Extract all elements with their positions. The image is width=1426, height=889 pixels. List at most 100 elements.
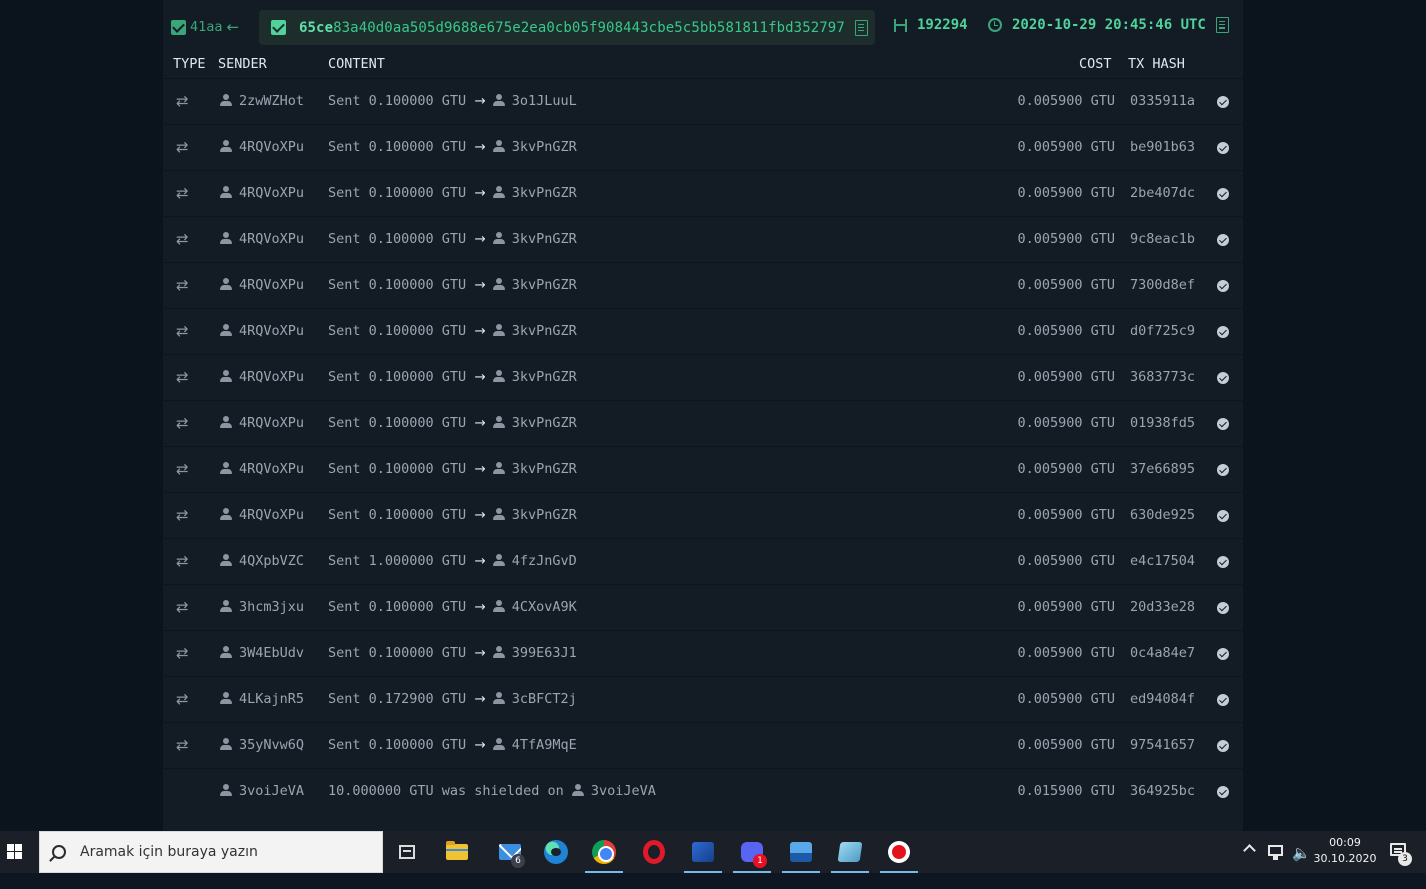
table-row[interactable]: 3voiJeVA 10.000000 GTU was shielded on 3v…	[163, 768, 1243, 814]
photos-button[interactable]	[778, 831, 824, 873]
table-row[interactable]: ⇄ 35yNvw6Q Sent 0.100000 GTU → 4TfA9MqE 0.00…	[163, 722, 1243, 768]
tx-hash-cell[interactable]: 2be407dc	[1130, 185, 1195, 201]
mail-button[interactable]: 6	[487, 831, 533, 873]
arrow-right-icon: →	[470, 737, 486, 753]
receiver[interactable]: 3voiJeVA	[591, 783, 656, 799]
sender-cell[interactable]: 3voiJeVA	[220, 783, 304, 799]
tx-hash-cell[interactable]: d0f725c9	[1130, 323, 1195, 339]
sender-cell[interactable]: 3hcm3jxu	[220, 599, 304, 615]
copy-hash-icon[interactable]	[854, 19, 868, 36]
tx-hash-cell[interactable]: 01938fd5	[1130, 415, 1195, 431]
file-explorer-button[interactable]	[434, 831, 480, 873]
volume-icon[interactable]: 🔈	[1292, 844, 1311, 862]
tx-hash-cell[interactable]: 37e66895	[1130, 461, 1195, 477]
receiver[interactable]: 3kvPnGZR	[512, 277, 577, 293]
prev-block-link[interactable]: 41aa ←	[171, 17, 239, 37]
receiver[interactable]: 4fzJnGvD	[512, 553, 577, 569]
arrow-right-icon: →	[470, 185, 486, 201]
table-row[interactable]: ⇄ 4RQVoXPu Sent 0.100000 GTU → 3kvPnGZR 0.00…	[163, 354, 1243, 400]
receiver[interactable]: 3kvPnGZR	[512, 415, 577, 431]
tx-hash-cell[interactable]: be901b63	[1130, 139, 1195, 155]
receiver[interactable]: 3kvPnGZR	[512, 185, 577, 201]
receiver[interactable]: 3kvPnGZR	[512, 369, 577, 385]
sender-cell[interactable]: 4RQVoXPu	[220, 185, 304, 201]
table-row[interactable]: ⇄ 4RQVoXPu Sent 0.100000 GTU → 3kvPnGZR 0.00…	[163, 308, 1243, 354]
cost-cell: 0.005900 GTU	[1017, 277, 1115, 293]
content-text: Sent 0.100000 GTU	[328, 737, 467, 753]
opera-button[interactable]	[631, 831, 677, 873]
receiver[interactable]: 3cBFCT2j	[512, 691, 577, 707]
discord-button[interactable]: 1	[729, 831, 775, 873]
taskbar-search[interactable]: Aramak için buraya yazın	[39, 831, 383, 873]
folder-icon	[446, 841, 468, 860]
sender-cell[interactable]: 4RQVoXPu	[220, 231, 304, 247]
type-cell: ⇄	[176, 231, 190, 247]
sender: 4RQVoXPu	[239, 323, 305, 339]
notes-button[interactable]	[827, 831, 873, 873]
receiver[interactable]: 3o1JLuuL	[512, 93, 577, 109]
table-row[interactable]: ⇄ 4RQVoXPu Sent 0.100000 GTU → 3kvPnGZR 0.00…	[163, 492, 1243, 538]
tx-hash-cell[interactable]: 97541657	[1130, 737, 1195, 753]
network-app-icon	[692, 842, 714, 862]
sender-cell[interactable]: 4RQVoXPu	[220, 507, 304, 523]
sender-cell[interactable]: 3W4EbUdv	[220, 645, 304, 661]
receiver[interactable]: 3kvPnGZR	[512, 461, 577, 477]
chevron-up-icon[interactable]	[1243, 844, 1256, 857]
sender-cell[interactable]: 4RQVoXPu	[220, 369, 304, 385]
sender-cell[interactable]: 35yNvw6Q	[220, 737, 304, 753]
table-row[interactable]: ⇄ 4RQVoXPu Sent 0.100000 GTU → 3kvPnGZR 0.00…	[163, 124, 1243, 170]
receiver[interactable]: 4TfA9MqE	[512, 737, 577, 753]
tx-hash-cell[interactable]: ed94084f	[1130, 691, 1195, 707]
receiver[interactable]: 3kvPnGZR	[512, 231, 577, 247]
sender-cell[interactable]: 4LKajnR5	[220, 691, 304, 707]
type-cell: ⇄	[176, 645, 190, 661]
table-row[interactable]: ⇄ 4LKajnR5 Sent 0.172900 GTU → 3cBFCT2j 0.00…	[163, 676, 1243, 722]
tx-hash-cell[interactable]: 3683773c	[1130, 369, 1195, 385]
record-icon	[888, 841, 910, 863]
sender-cell[interactable]: 4RQVoXPu	[220, 277, 304, 293]
table-row[interactable]: ⇄ 3hcm3jxu Sent 0.100000 GTU → 4CXovA9K 0.00…	[163, 584, 1243, 630]
system-clock[interactable]: 00:09 30.10.2020	[1310, 835, 1380, 867]
app-button-network[interactable]	[680, 831, 726, 873]
sender-cell[interactable]: 4RQVoXPu	[220, 415, 304, 431]
table-row[interactable]: ⇄ 3W4EbUdv Sent 0.100000 GTU → 399E63J1 0.00…	[163, 630, 1243, 676]
sender-cell[interactable]: 2zwWZHot	[220, 93, 304, 109]
table-row[interactable]: ⇄ 4RQVoXPu Sent 0.100000 GTU → 3kvPnGZR 0.00…	[163, 400, 1243, 446]
table-row[interactable]: ⇄ 4QXpbVZC Sent 1.000000 GTU → 4fzJnGvD 0.00…	[163, 538, 1243, 584]
transfer-icon: ⇄	[176, 138, 189, 156]
task-view-button[interactable]	[384, 831, 430, 873]
tx-hash-cell[interactable]: 7300d8ef	[1130, 277, 1195, 293]
receiver[interactable]: 3kvPnGZR	[512, 507, 577, 523]
tx-hash-cell[interactable]: 0335911a	[1130, 93, 1195, 109]
copy-time-icon[interactable]	[1215, 17, 1229, 33]
tx-hash-cell[interactable]: 364925bc	[1130, 783, 1195, 799]
table-row[interactable]: ⇄ 4RQVoXPu Sent 0.100000 GTU → 3kvPnGZR 0.00…	[163, 170, 1243, 216]
sender-cell[interactable]: 4RQVoXPu	[220, 323, 304, 339]
success-check-icon	[1217, 142, 1229, 154]
user-icon	[220, 646, 232, 658]
edge-button[interactable]	[533, 831, 579, 873]
start-button[interactable]	[0, 831, 38, 873]
table-row[interactable]: ⇄ 4RQVoXPu Sent 0.100000 GTU → 3kvPnGZR 0.00…	[163, 216, 1243, 262]
sender-cell[interactable]: 4RQVoXPu	[220, 461, 304, 477]
tx-hash-cell[interactable]: 9c8eac1b	[1130, 231, 1195, 247]
tx-hash-cell[interactable]: e4c17504	[1130, 553, 1195, 569]
network-icon[interactable]	[1268, 845, 1283, 860]
sender-cell[interactable]: 4QXpbVZC	[220, 553, 304, 569]
receiver[interactable]: 3kvPnGZR	[512, 323, 577, 339]
tx-hash-cell[interactable]: 0c4a84e7	[1130, 645, 1195, 661]
receiver[interactable]: 3kvPnGZR	[512, 139, 577, 155]
table-row[interactable]: ⇄ 2zwWZHot Sent 0.100000 GTU → 3o1JLuuL 0.00…	[163, 78, 1243, 124]
sender-cell[interactable]: 4RQVoXPu	[220, 139, 304, 155]
table-row[interactable]: ⇄ 4RQVoXPu Sent 0.100000 GTU → 3kvPnGZR 0.00…	[163, 446, 1243, 492]
table-row[interactable]: ⇄ 4RQVoXPu Sent 0.100000 GTU → 3kvPnGZR 0.00…	[163, 262, 1243, 308]
block-hash[interactable]: 65ce83a40d0aa505d9688e675e2ea0cb05f90844…	[299, 20, 845, 36]
receiver[interactable]: 399E63J1	[512, 645, 577, 661]
tx-hash-cell[interactable]: 630de925	[1130, 507, 1195, 523]
tx-hash-cell[interactable]: 20d33e28	[1130, 599, 1195, 615]
chrome-button[interactable]	[581, 831, 627, 873]
type-cell: ⇄	[176, 507, 190, 523]
receiver[interactable]: 4CXovA9K	[512, 599, 577, 615]
user-icon	[492, 140, 505, 152]
recorder-button[interactable]	[876, 831, 922, 873]
